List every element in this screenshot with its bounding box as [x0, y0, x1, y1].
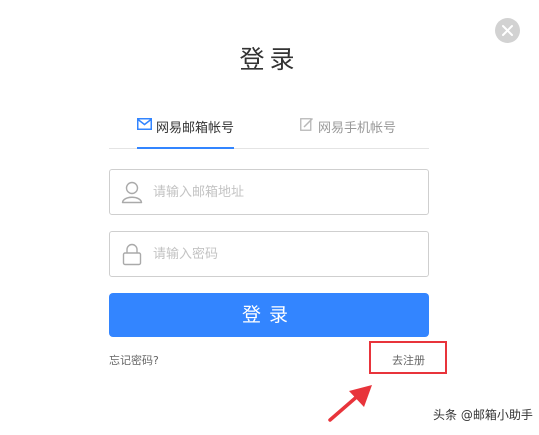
email-field — [109, 169, 429, 215]
user-icon — [121, 180, 143, 208]
annotation-highlight-box — [369, 341, 447, 374]
forgot-password-link[interactable]: 忘记密码? — [109, 352, 159, 368]
password-input[interactable] — [153, 232, 415, 276]
tab-phone-account[interactable]: 网易手机帐号 — [300, 104, 396, 148]
login-tabs: 网易邮箱帐号 网易手机帐号 — [109, 104, 429, 149]
envelope-icon — [137, 118, 152, 134]
login-dialog: 登录 网易邮箱帐号 网易手机帐号 请输入邮箱地址 登录 忘记密码? 去注册 头条… — [0, 0, 539, 435]
login-button[interactable]: 登录 — [109, 293, 429, 337]
watermark: 头条 @邮箱小助手 — [433, 408, 533, 422]
tab-email-account[interactable]: 网易邮箱帐号 — [137, 104, 235, 149]
password-field — [109, 231, 429, 277]
phone-edit-icon — [300, 117, 314, 135]
tab-email-label: 网易邮箱帐号 — [156, 120, 235, 136]
annotation-arrow-icon — [320, 382, 380, 435]
lock-icon — [121, 242, 143, 270]
dialog-title: 登录 — [239, 45, 300, 74]
close-icon — [502, 25, 513, 36]
email-input[interactable] — [153, 170, 415, 214]
close-button[interactable] — [495, 18, 520, 43]
tab-phone-label: 网易手机帐号 — [318, 120, 397, 136]
